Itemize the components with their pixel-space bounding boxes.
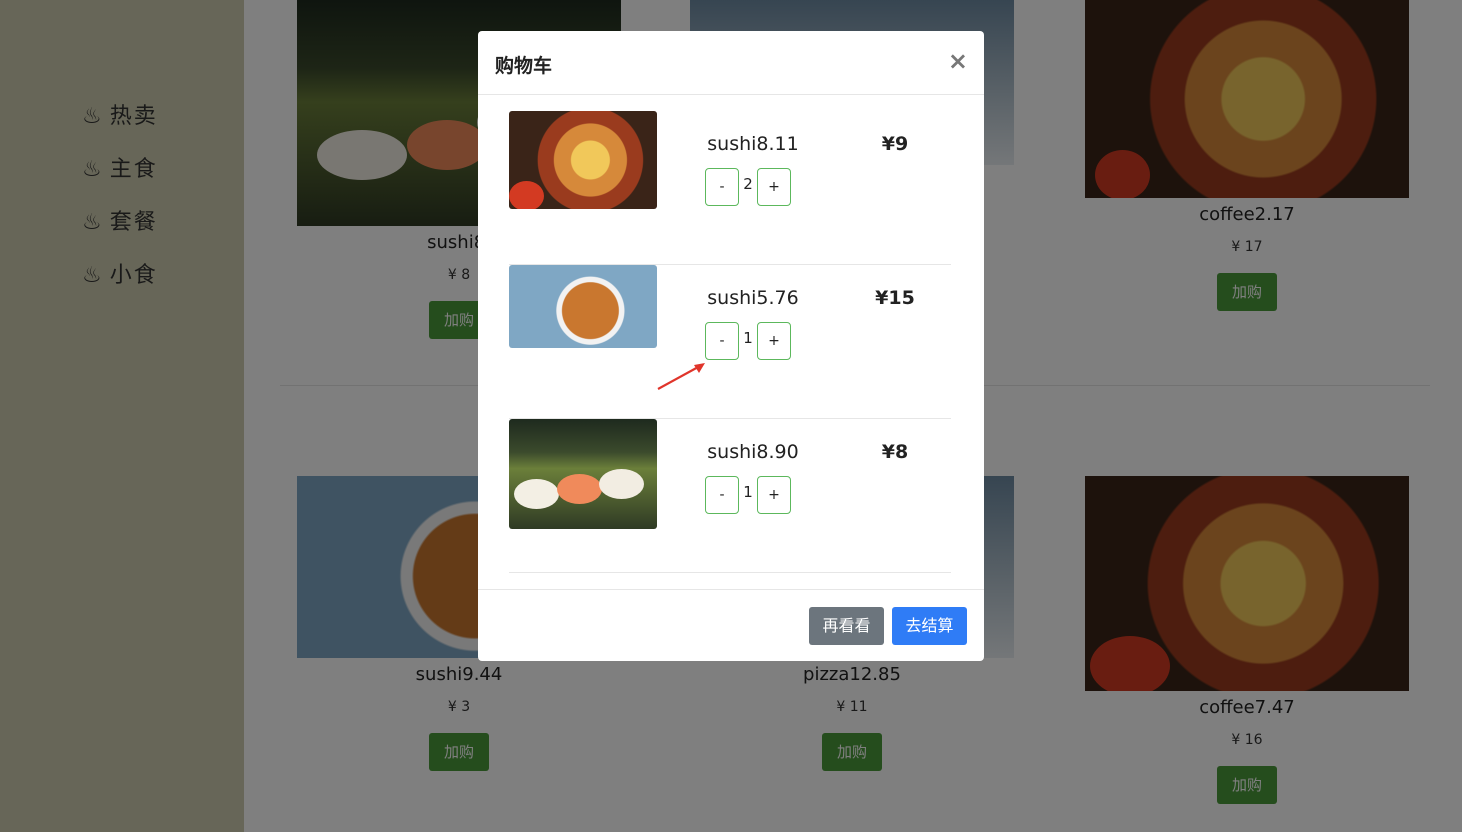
cart-item-image bbox=[509, 419, 657, 529]
cart-item-image bbox=[509, 265, 657, 348]
increase-button[interactable]: + bbox=[757, 476, 791, 514]
cart-item-price: ¥9 bbox=[881, 133, 909, 155]
cart-item-name: sushi8.90 bbox=[707, 441, 799, 463]
modal-header: 购物车 × bbox=[478, 31, 984, 95]
cart-item: sushi5.76 ¥15 - 1 + bbox=[509, 265, 951, 419]
modal-title: 购物车 bbox=[495, 55, 553, 77]
increase-button[interactable]: + bbox=[757, 168, 791, 206]
cart-item-image bbox=[509, 111, 657, 209]
cart-item-price: ¥15 bbox=[875, 287, 915, 309]
cart-item-name: sushi5.76 bbox=[707, 287, 799, 309]
annotation-arrow-icon bbox=[657, 363, 705, 390]
cart-item-name: sushi8.11 bbox=[707, 133, 799, 155]
cart-item: sushi8.11 ¥9 - 2 + bbox=[509, 111, 951, 265]
quantity-value: 2 bbox=[743, 175, 753, 193]
quantity-stepper: - 1 + bbox=[705, 322, 791, 360]
quantity-value: 1 bbox=[743, 329, 753, 347]
decrease-button[interactable]: - bbox=[705, 322, 739, 360]
checkout-button[interactable]: 去结算 bbox=[892, 607, 967, 645]
quantity-stepper: - 2 + bbox=[705, 168, 791, 206]
close-icon[interactable]: × bbox=[948, 47, 968, 75]
decrease-button[interactable]: - bbox=[705, 476, 739, 514]
cart-item: sushi8.90 ¥8 - 1 + bbox=[509, 419, 951, 573]
continue-browsing-button[interactable]: 再看看 bbox=[809, 607, 884, 645]
quantity-value: 1 bbox=[743, 483, 753, 501]
decrease-button[interactable]: - bbox=[705, 168, 739, 206]
modal-footer: 再看看 去结算 bbox=[478, 589, 984, 661]
quantity-stepper: - 1 + bbox=[705, 476, 791, 514]
cart-modal: 购物车 × sushi8.11 ¥9 - 2 + sushi5.76 ¥15 -… bbox=[478, 31, 984, 661]
increase-button[interactable]: + bbox=[757, 322, 791, 360]
cart-item-price: ¥8 bbox=[881, 441, 909, 463]
